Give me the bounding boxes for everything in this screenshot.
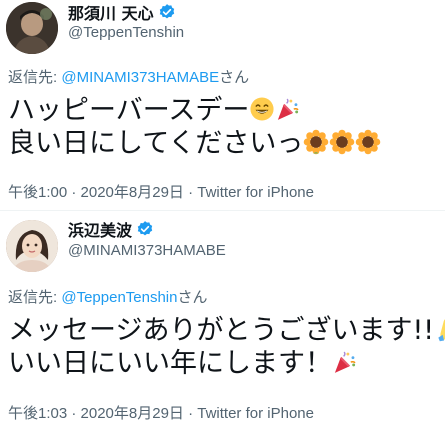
reply-prefix: 返信先: bbox=[8, 69, 62, 86]
tweet-timestamp[interactable]: 午後1:03 · 2020年8月29日 · Twitter for iPhone bbox=[8, 402, 314, 423]
reply-to-line: 返信先: @TeppenTenshinさん bbox=[8, 286, 208, 307]
sunflower-emoji-icon bbox=[330, 129, 355, 155]
sunflower-emoji-icon bbox=[304, 129, 329, 155]
folded-hands-emoji-icon bbox=[438, 319, 445, 342]
display-name-text: 浜辺美波 bbox=[68, 221, 133, 240]
tweet-text-line: ハッピーバースデー bbox=[8, 94, 439, 127]
reply-to-link[interactable]: @TeppenTenshin bbox=[61, 289, 177, 306]
tweet-text: ハッピーバースデー 良い日にしてくださいっ bbox=[8, 94, 439, 160]
verified-badge-icon bbox=[137, 221, 153, 236]
display-name[interactable]: 那須川 天心 bbox=[68, 0, 176, 24]
user-handle[interactable]: @MINAMI373HAMABE bbox=[68, 242, 226, 259]
tweet-text: メッセージありがとうございます!! いい日にいい年にします！ bbox=[8, 314, 445, 380]
tweet-divider bbox=[0, 210, 445, 211]
user-handle[interactable]: @TeppenTenshin bbox=[68, 24, 184, 41]
reply-suffix: さん bbox=[177, 289, 208, 306]
tweet-text-line: いい日にいい年にします！ bbox=[8, 347, 439, 380]
avatar[interactable] bbox=[6, 2, 58, 54]
reply-suffix: さん bbox=[219, 69, 250, 86]
display-name[interactable]: 浜辺美波 bbox=[68, 217, 154, 241]
tweet-text-line: メッセージありがとうございます!! bbox=[8, 314, 445, 347]
verified-badge-icon bbox=[159, 4, 174, 19]
reply-to-line: 返信先: @MINAMI373HAMABEさん bbox=[8, 66, 249, 87]
sunflower-emoji-icon bbox=[356, 129, 381, 155]
reply-prefix: 返信先: bbox=[8, 289, 62, 306]
avatar-photo-icon bbox=[6, 220, 58, 272]
tweet-timestamp[interactable]: 午後1:00 · 2020年8月29日 · Twitter for iPhone bbox=[8, 181, 314, 202]
reply-to-link[interactable]: @MINAMI373HAMABE bbox=[61, 69, 219, 86]
display-name-text: 那須川 天心 bbox=[68, 4, 154, 23]
party-popper-emoji-icon bbox=[334, 351, 356, 373]
tweet[interactable]: 浜辺美波 @MINAMI373HAMABE 返信先: @TeppenTenshi… bbox=[0, 212, 445, 429]
grinning-face-emoji-icon bbox=[250, 97, 274, 121]
party-popper-emoji-icon bbox=[278, 98, 300, 120]
tweet-text-line: 良い日にしてくださいっ bbox=[8, 127, 439, 160]
avatar-photo-icon bbox=[6, 2, 58, 54]
tweet[interactable]: 那須川 天心 @TeppenTenshin 返信先: @MINAMI373HAM… bbox=[0, 0, 445, 212]
avatar[interactable] bbox=[6, 220, 58, 272]
